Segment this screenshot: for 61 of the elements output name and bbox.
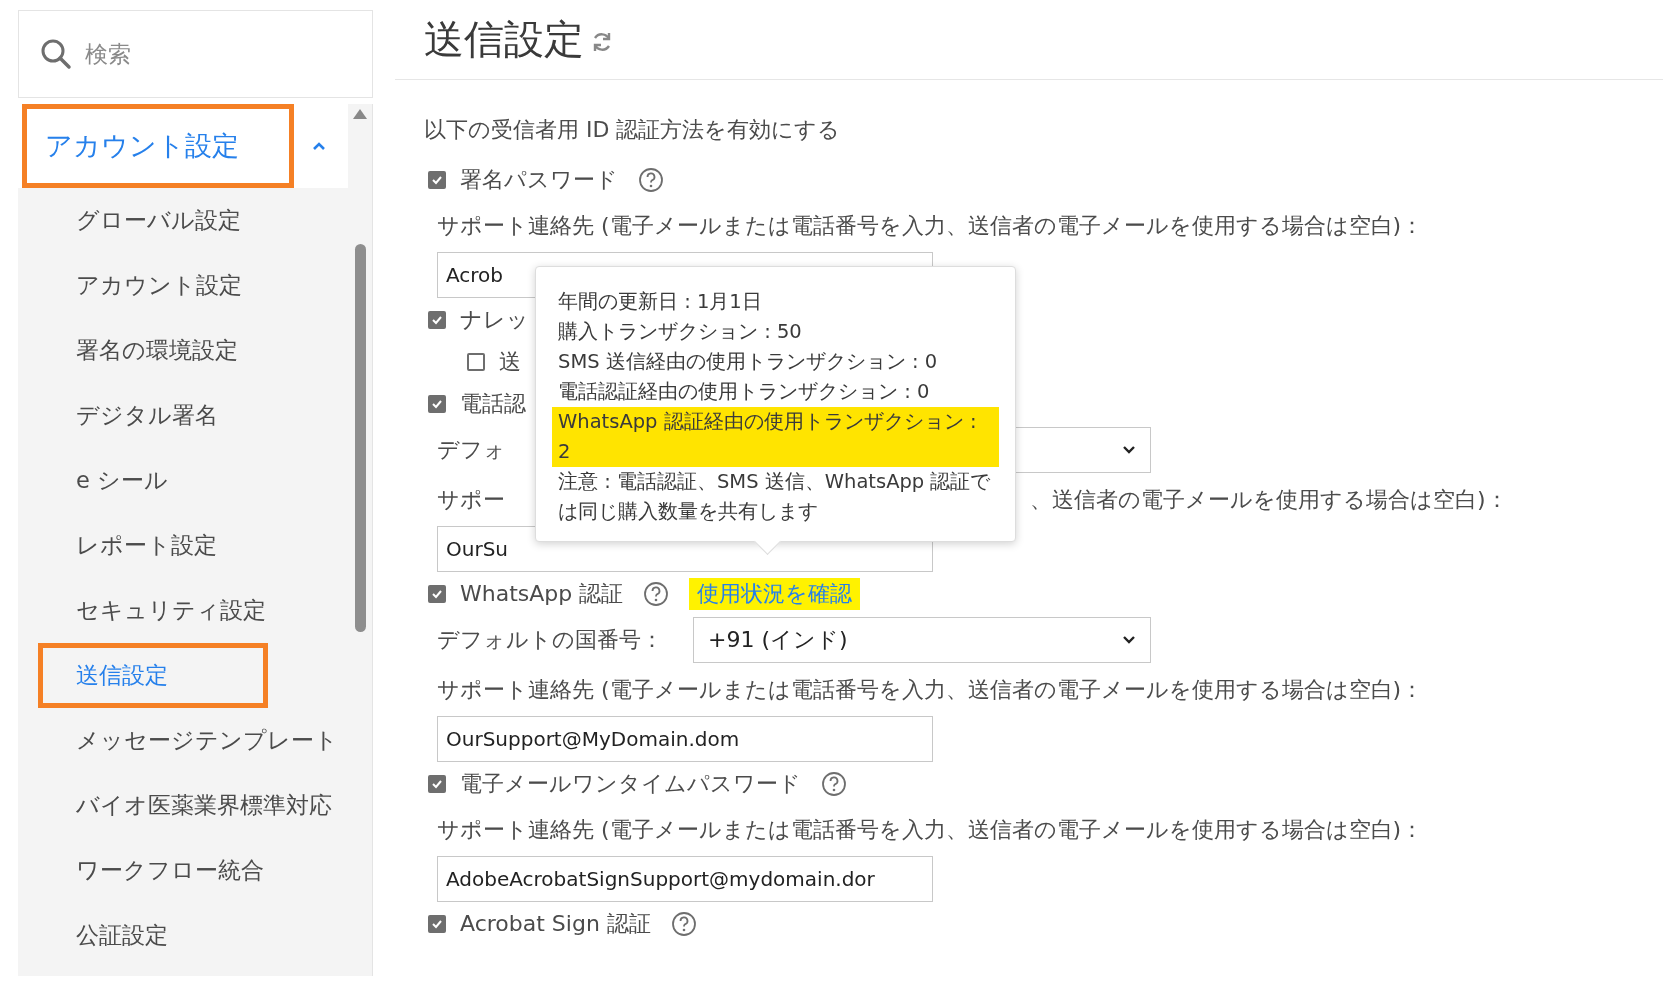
sidebar-item[interactable]: e シール <box>38 448 268 513</box>
check-icon <box>431 918 443 930</box>
page-title: 送信設定 <box>424 15 584 64</box>
field-label: サポート連絡先 (電子メールまたは電話番号を入力、送信者の電子メールを使用する場合は空白)： <box>437 816 1424 844</box>
chevron-icon[interactable] <box>312 141 326 151</box>
section-heading: 以下の受信者用 ID 認証方法を有効にする <box>423 116 842 144</box>
sidebar-item[interactable]: 公証設定 <box>38 903 268 968</box>
help-icon[interactable] <box>638 167 664 193</box>
checkbox-label: 署名パスワード <box>460 166 618 194</box>
field-label: サポー <box>437 486 505 514</box>
help-icon[interactable] <box>643 581 670 607</box>
help-icon[interactable] <box>821 771 847 797</box>
search-field[interactable]: 検索 <box>18 10 373 98</box>
tooltip-text: SMS 送信経由の使用トランザクション : 0 <box>558 349 939 375</box>
check-icon <box>431 174 443 186</box>
sidebar-item[interactable]: デジタル署名 <box>38 383 268 448</box>
checkbox[interactable] <box>428 775 446 793</box>
caret-icon <box>1122 635 1136 645</box>
caret-icon <box>1122 445 1136 455</box>
checkbox[interactable] <box>428 171 446 189</box>
sidebar-item[interactable]: メッセージテンプレート <box>38 708 347 773</box>
sidebar-item[interactable]: グローバル設定 <box>38 188 268 253</box>
sidebar-item[interactable]: ワークフロー統合 <box>38 838 273 903</box>
help-icon[interactable] <box>670 911 697 937</box>
scrollbar-thumb[interactable] <box>354 244 366 632</box>
field-label: デフォ <box>437 437 506 462</box>
checkbox-label: 電子メールワンタイムパスワード <box>460 770 801 798</box>
tooltip-text: 年間の更新日 : 1月1日 <box>558 289 763 315</box>
sidebar-item[interactable]: セキュリティ設定 <box>38 578 275 643</box>
check-icon <box>431 314 443 326</box>
scroll-up-icon[interactable] <box>352 108 368 120</box>
checkbox-label: Acrobat Sign 認証 <box>460 910 651 938</box>
country-code-dropdown[interactable]: +91 (インド) <box>693 617 1151 663</box>
check-icon <box>431 398 443 410</box>
checkbox-label: WhatsApp 認証 <box>460 580 624 608</box>
tooltip-text: WhatsApp 認証経由の使用トランザクション : 2 <box>552 407 999 467</box>
checkbox-label: 送 <box>499 348 521 376</box>
field-label: サポート連絡先 (電子メールまたは電話番号を入力、送信者の電子メールを使用する場合は空白)： <box>437 212 1424 240</box>
checkbox[interactable] <box>428 915 446 933</box>
checkbox[interactable] <box>428 311 446 329</box>
sidebar-section[interactable]: アカウント設定 <box>22 104 294 188</box>
field-label: デフォルトの国番号： <box>437 627 663 652</box>
sidebar-item[interactable]: 送信設定 <box>38 643 268 708</box>
tooltip-text: 購入トランザクション : 50 <box>558 319 803 345</box>
tooltip-text: 注意 : 電話認証、SMS 送信、WhatsApp 認証では同じ購入数量を共有します <box>558 469 992 525</box>
input-field[interactable]: OurSupport@MyDomain.dom <box>437 716 933 762</box>
tooltip-text: 電話認証経由の使用トランザクション : 0 <box>558 379 931 405</box>
sidebar-item[interactable]: アカウント設定 <box>38 253 268 318</box>
sidebar-item[interactable]: レポート設定 <box>38 513 268 578</box>
check-icon <box>431 778 443 790</box>
checkbox[interactable] <box>428 395 446 413</box>
checkbox-label: ナレッ <box>460 306 529 334</box>
check-icon <box>431 588 443 600</box>
sidebar-item[interactable]: 署名の環境設定 <box>38 318 268 383</box>
checkbox[interactable] <box>467 353 485 371</box>
field-label: 、送信者の電子メールを使用する場合は空白)： <box>1030 486 1508 514</box>
sidebar-item[interactable]: バイオ医薬業界標準対応 <box>38 773 341 838</box>
input-field[interactable]: AdobeAcrobatSignSupport@mydomain.dor <box>437 856 933 902</box>
checkbox[interactable] <box>428 585 446 603</box>
field-label: サポート連絡先 (電子メールまたは電話番号を入力、送信者の電子メールを使用する場合は空白)： <box>437 676 1424 704</box>
checkbox-label: 電話認 <box>460 390 526 418</box>
